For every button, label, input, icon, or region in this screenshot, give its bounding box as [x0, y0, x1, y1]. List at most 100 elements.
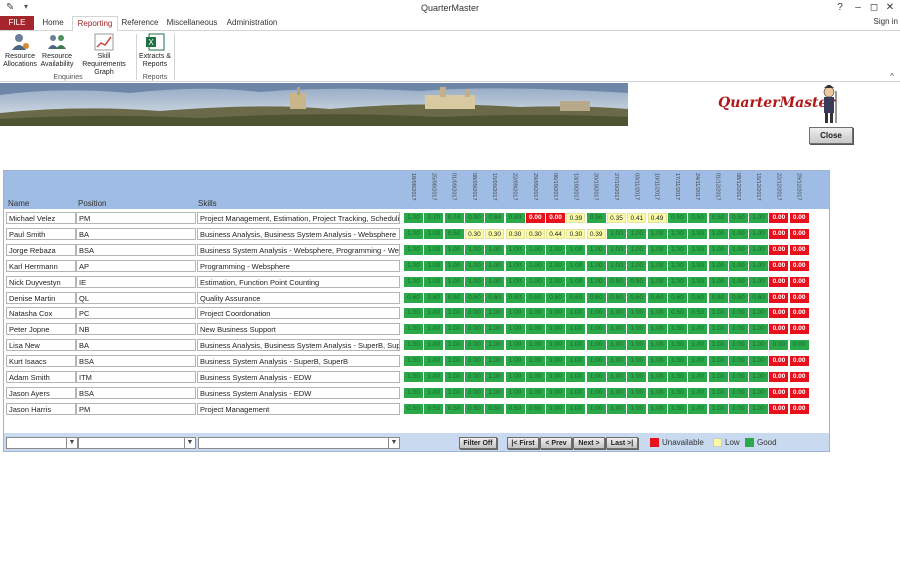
availability-cell: 1.00: [607, 228, 626, 239]
position-filter-combo[interactable]: ▼: [78, 437, 196, 449]
name-field[interactable]: Lisa New: [6, 339, 76, 352]
skills-field[interactable]: Estimation, Function Point Counting: [197, 275, 400, 288]
position-field[interactable]: NB: [76, 323, 196, 336]
position-field[interactable]: BA: [76, 339, 196, 352]
tab-reference[interactable]: Reference: [120, 16, 160, 30]
name-field[interactable]: Peter Jopne: [6, 323, 76, 336]
availability-cell: 1.00: [505, 308, 525, 319]
skills-field[interactable]: Project Coordonation: [197, 307, 400, 320]
name-field[interactable]: Adam Smith: [6, 371, 76, 383]
line-graph-icon: [94, 33, 114, 51]
name-field[interactable]: Natasha Cox: [6, 307, 76, 320]
prev-page-button[interactable]: < Prev: [540, 437, 572, 449]
position-field[interactable]: BSA: [76, 355, 196, 368]
availability-cell: 1.00: [708, 387, 728, 398]
name-field[interactable]: Paul Smith: [6, 227, 76, 240]
skills-filter-combo[interactable]: ▼: [198, 437, 400, 449]
availability-cell: 1.00: [404, 213, 423, 223]
skills-field[interactable]: New Business Support: [197, 323, 400, 336]
legend-label-low: Low: [725, 438, 740, 447]
name-field[interactable]: Jason Harris: [6, 402, 76, 415]
name-field[interactable]: Denise Martin: [6, 291, 76, 304]
skills-field[interactable]: Business System Analysis - SuperB, Super…: [197, 355, 400, 368]
name-field[interactable]: Kurt Isaacs: [6, 355, 76, 368]
availability-cell: 1.00: [546, 244, 566, 255]
availability-cell: 1.00: [505, 340, 525, 351]
availability-cell: 1.00: [485, 308, 505, 319]
position-field[interactable]: IE: [76, 275, 196, 288]
last-page-button[interactable]: Last >|: [606, 437, 638, 449]
table-row: Michael Velez PM Project Management, Estim…: [4, 210, 829, 226]
sign-in-link[interactable]: Sign in: [874, 17, 898, 26]
position-field[interactable]: BSA: [76, 243, 196, 256]
availability-cell: 0.60: [546, 292, 566, 303]
position-field[interactable]: PC: [76, 307, 196, 320]
availability-cell: 1.00: [505, 372, 525, 382]
availability-cell: 1.00: [607, 372, 626, 382]
collapse-ribbon-icon[interactable]: ^: [890, 72, 894, 81]
availability-cell: 1.00: [464, 244, 484, 255]
name-field[interactable]: Nick Duyvestyn: [6, 275, 76, 288]
tab-home[interactable]: Home: [38, 16, 68, 30]
close-button[interactable]: Close: [809, 127, 853, 144]
next-page-button[interactable]: Next >: [573, 437, 605, 449]
availability-cell: 0.00: [789, 292, 809, 303]
skills-field[interactable]: Business Analysis, Business System Analy…: [197, 339, 400, 352]
resource-allocations-button[interactable]: Resource Allocations: [2, 33, 38, 69]
tab-administration[interactable]: Administration: [224, 16, 280, 30]
close-window-icon[interactable]: ✕: [882, 2, 898, 13]
skill-requirements-graph-button[interactable]: Skill Requirements Graph: [76, 33, 132, 77]
availability-cell: 1.00: [464, 340, 484, 351]
tab-file[interactable]: FILE: [0, 16, 34, 30]
position-field[interactable]: PM: [76, 212, 196, 224]
skills-field[interactable]: Quality Assurance: [197, 291, 400, 304]
skills-field[interactable]: Business System Analysis - Websphere, Pr…: [197, 243, 400, 256]
resource-availability-button[interactable]: Resource Availability: [40, 33, 74, 69]
availability-cell: 1.00: [667, 228, 687, 239]
help-icon[interactable]: ?: [832, 2, 848, 13]
tab-reporting[interactable]: Reporting: [72, 16, 118, 32]
position-field[interactable]: ITM: [76, 371, 196, 383]
availability-cell: 0.89: [505, 213, 525, 223]
first-page-button[interactable]: |< First: [507, 437, 539, 449]
chevron-down-icon[interactable]: ▼: [388, 438, 399, 448]
availability-cell: 0.00: [789, 387, 809, 398]
availability-cell: 1.00: [728, 228, 748, 239]
skills-field[interactable]: Business Analysis, Business System Analy…: [197, 227, 400, 240]
availability-cell: 1.00: [546, 276, 566, 287]
skills-field[interactable]: Business System Analysis - EDW: [197, 386, 400, 399]
skills-field[interactable]: Project Management, Estimation, Project …: [197, 212, 400, 224]
minimize-icon[interactable]: –: [850, 2, 866, 13]
name-filter-combo[interactable]: ▼: [6, 437, 78, 449]
chevron-down-icon[interactable]: ▼: [66, 438, 77, 448]
availability-cell: 1.00: [566, 244, 586, 255]
name-field[interactable]: Michael Velez: [6, 212, 76, 224]
availability-cell: 1.00: [647, 372, 667, 382]
availability-cell: 1.00: [749, 372, 769, 382]
availability-cell: 1.00: [444, 356, 464, 367]
availability-cell: 1.00: [485, 276, 505, 287]
extracts-reports-button[interactable]: X Extracts & Reports: [138, 33, 172, 69]
position-field[interactable]: QL: [76, 291, 196, 304]
availability-cell: 1.00: [708, 228, 728, 239]
position-field[interactable]: PM: [76, 402, 196, 415]
name-field[interactable]: Karl Herrmann: [6, 259, 76, 272]
skills-field[interactable]: Project Management: [197, 402, 400, 415]
legend-label-good: Good: [757, 438, 777, 447]
name-field[interactable]: Jorge Rebaza: [6, 243, 76, 256]
chevron-down-icon[interactable]: ▼: [184, 438, 195, 448]
skills-field[interactable]: Programming - Websphere: [197, 259, 400, 272]
restore-icon[interactable]: ◻: [866, 2, 882, 13]
filter-off-button[interactable]: Filter Off: [459, 437, 497, 449]
availability-cell: 1.00: [586, 340, 606, 351]
availability-cell: 1.00: [708, 372, 728, 382]
name-field[interactable]: Jason Ayers: [6, 386, 76, 399]
position-field[interactable]: AP: [76, 259, 196, 272]
availability-cell: 0.60: [607, 292, 626, 303]
tab-miscellaneous[interactable]: Miscellaneous: [166, 16, 218, 30]
availability-cell: 1.00: [566, 356, 586, 367]
skills-field[interactable]: Business System Analysis - EDW: [197, 371, 400, 383]
position-field[interactable]: BA: [76, 227, 196, 240]
position-field[interactable]: BSA: [76, 386, 196, 399]
availability-cell: 1.00: [667, 340, 687, 351]
